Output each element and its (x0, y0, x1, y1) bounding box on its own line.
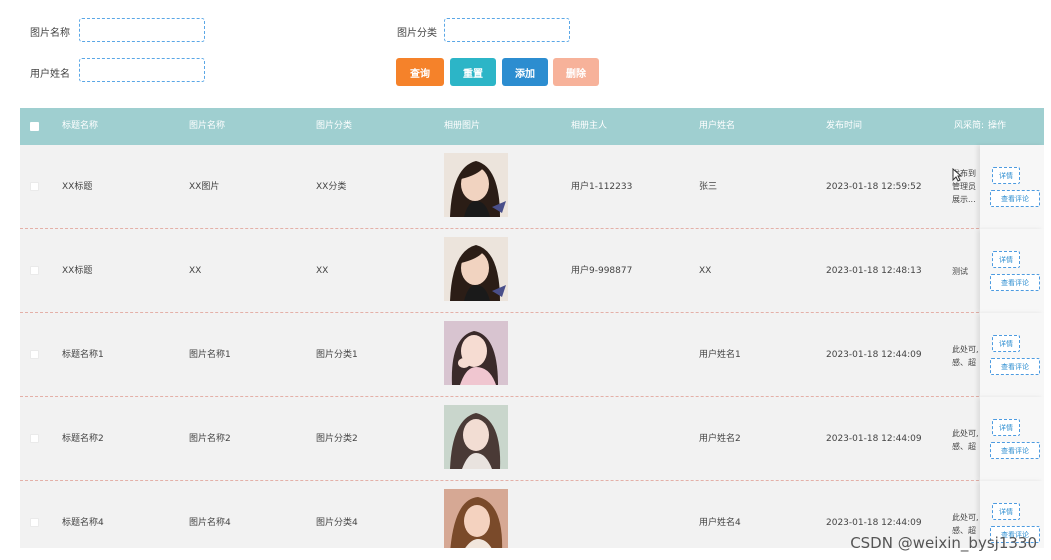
add-button[interactable]: 添加 (502, 58, 548, 86)
view-comments-button[interactable]: 查看评论 (990, 358, 1040, 375)
row-checkbox[interactable] (30, 434, 39, 443)
cell-style: 此处可, 感、超 (952, 427, 982, 453)
cell-title: 标题名称4 (62, 518, 104, 528)
cell-owner: 用户9-998877 (571, 266, 633, 276)
cell-image-name: 图片名称2 (189, 434, 231, 444)
query-button[interactable]: 查询 (396, 58, 444, 86)
cell-image-name: 图片名称4 (189, 518, 231, 528)
cell-image-name: 图片名称1 (189, 350, 231, 360)
view-comments-button[interactable]: 查看评论 (990, 442, 1040, 459)
album-photo (444, 321, 508, 385)
cell-image-name: XX (189, 266, 202, 276)
row-checkbox[interactable] (30, 518, 39, 527)
cell-user: 张三 (699, 182, 718, 192)
action-cell: 详情 查看评论 (980, 313, 1044, 397)
detail-button[interactable]: 详情 (992, 251, 1020, 268)
cell-image-name: XX图片 (189, 182, 220, 192)
cell-user: 用户姓名1 (699, 350, 741, 360)
cell-user: 用户姓名4 (699, 518, 741, 528)
table-row: XX标题 XX图片 XX分类 用户1-112233 张三 2023-01-18 … (20, 145, 1044, 229)
album-photo (444, 405, 508, 469)
detail-button[interactable]: 详情 (992, 335, 1020, 352)
cell-user: XX (699, 266, 712, 276)
view-comments-button[interactable]: 查看评论 (990, 274, 1040, 291)
row-checkbox[interactable] (30, 350, 39, 359)
cell-title: 标题名称2 (62, 434, 104, 444)
header-publish-time: 发布时间 (826, 121, 863, 131)
search-filter-panel: 图片名称 图片分类 用户姓名 查询 重置 添加 删除 (0, 0, 1051, 108)
action-cell: 详情 查看评论 (980, 397, 1044, 481)
cell-style: 此处可, 感、超 (952, 343, 982, 369)
image-name-input[interactable] (79, 18, 205, 42)
image-name-label: 图片名称 (30, 28, 70, 39)
album-photo (444, 489, 508, 548)
user-name-label: 用户姓名 (30, 69, 70, 80)
header-album-owner: 相册主人 (571, 121, 608, 131)
cell-category: 图片分类1 (316, 350, 358, 360)
cell-time: 2023-01-18 12:48:13 (826, 266, 922, 276)
reset-button[interactable]: 重置 (450, 58, 496, 86)
cell-category: XX (316, 266, 329, 276)
cell-time: 2023-01-18 12:44:09 (826, 350, 922, 360)
cell-owner: 用户1-112233 (571, 182, 633, 192)
delete-button[interactable]: 删除 (553, 58, 599, 86)
photo-table: 标题名称 图片名称 图片分类 相册图片 相册主人 用户姓名 发布时间 风采简: … (20, 108, 1044, 548)
cell-category: XX分类 (316, 182, 347, 192)
cell-style: 测试 (952, 265, 982, 278)
row-checkbox[interactable] (30, 182, 39, 191)
action-cell: 详情 查看评论 (980, 145, 1044, 229)
table-row: 标题名称1 图片名称1 图片分类1 用户姓名1 2023-01-18 12:44… (20, 313, 1044, 397)
header-user-name: 用户姓名 (699, 121, 736, 131)
detail-button[interactable]: 详情 (992, 167, 1020, 184)
cell-category: 图片分类2 (316, 434, 358, 444)
user-name-input[interactable] (79, 58, 205, 82)
row-checkbox[interactable] (30, 266, 39, 275)
header-actions: 操作 (988, 121, 1007, 131)
album-photo (444, 237, 508, 301)
watermark: CSDN @weixin_bysj1330 (850, 534, 1037, 552)
image-category-input[interactable] (444, 18, 570, 42)
style-line: 此处可, (952, 513, 979, 522)
style-line: 感、超 (952, 358, 976, 367)
cell-time: 2023-01-18 12:59:52 (826, 182, 922, 192)
view-comments-button[interactable]: 查看评论 (990, 190, 1040, 207)
table-header: 标题名称 图片名称 图片分类 相册图片 相册主人 用户姓名 发布时间 风采简: … (20, 108, 1044, 145)
detail-button[interactable]: 详情 (992, 503, 1020, 520)
style-line: 测试 (952, 267, 968, 276)
style-line: 此处可, (952, 429, 979, 438)
header-category: 图片分类 (316, 121, 353, 131)
table-row: 标题名称2 图片名称2 图片分类2 用户姓名2 2023-01-18 12:44… (20, 397, 1044, 481)
header-title: 标题名称 (62, 121, 99, 131)
cell-title: XX标题 (62, 266, 93, 276)
select-all-checkbox[interactable] (30, 122, 39, 131)
mouse-cursor-icon (952, 168, 962, 182)
table-row: XX标题 XX XX 用户9-998877 XX 2023-01-18 12:4… (20, 229, 1044, 313)
cell-title: XX标题 (62, 182, 93, 192)
style-line: 此处可, (952, 345, 979, 354)
header-style: 风采简: (954, 121, 985, 131)
style-line: 展示... (952, 195, 976, 204)
album-photo (444, 153, 508, 217)
cell-user: 用户姓名2 (699, 434, 741, 444)
action-cell: 详情 查看评论 (980, 229, 1044, 313)
header-album-image: 相册图片 (444, 121, 481, 131)
style-line: 感、超 (952, 442, 976, 451)
image-category-label: 图片分类 (397, 28, 437, 39)
cell-time: 2023-01-18 12:44:09 (826, 434, 922, 444)
cell-title: 标题名称1 (62, 350, 104, 360)
header-image-name: 图片名称 (189, 121, 226, 131)
cell-category: 图片分类4 (316, 518, 358, 528)
detail-button[interactable]: 详情 (992, 419, 1020, 436)
